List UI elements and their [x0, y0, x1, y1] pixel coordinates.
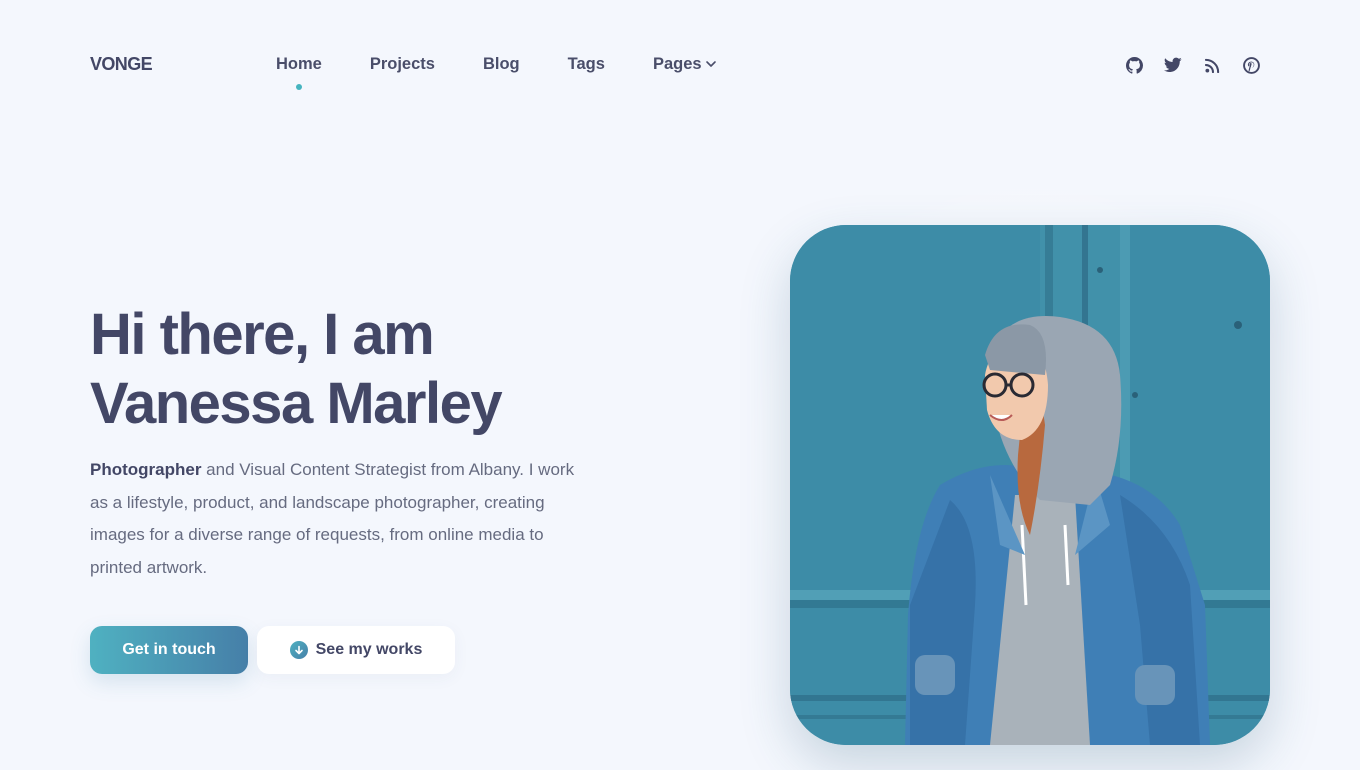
social-links — [1125, 55, 1260, 75]
hero-description: Photographer and Visual Content Strategi… — [90, 454, 590, 584]
arrow-down-icon — [289, 641, 308, 659]
nav-item-blog[interactable]: Blog — [483, 54, 520, 74]
active-indicator-dot — [295, 84, 302, 90]
github-icon[interactable] — [1125, 55, 1143, 75]
hero-role: Photographer — [90, 460, 202, 479]
hero-title: Hi there, I am Vanessa Marley — [90, 300, 503, 438]
nav-item-projects[interactable]: Projects — [370, 54, 435, 74]
see-my-works-button[interactable]: See my works — [257, 626, 455, 674]
twitter-icon[interactable] — [1164, 55, 1182, 75]
pinterest-icon[interactable] — [1242, 55, 1260, 75]
see-my-works-label: See my works — [315, 641, 423, 658]
main-nav: Home Projects Blog Tags Pages — [276, 54, 717, 90]
hero-portrait-photo — [790, 225, 1270, 745]
nav-item-pages-label: Pages — [652, 55, 702, 73]
nav-item-blog-label: Blog — [482, 55, 520, 73]
nav-item-home[interactable]: Home — [276, 54, 322, 90]
nav-item-projects-label: Projects — [369, 55, 435, 73]
hero-title-line-2: Vanessa Marley — [90, 371, 503, 436]
nav-item-tags[interactable]: Tags — [568, 54, 605, 74]
get-in-touch-button[interactable]: Get in touch — [90, 626, 248, 674]
hero-title-line-1: Hi there, I am — [90, 302, 435, 367]
rss-icon[interactable] — [1203, 55, 1221, 75]
portrait-illustration — [790, 225, 1270, 745]
site-logo[interactable]: VONGE — [90, 54, 153, 75]
chevron-down-icon — [705, 58, 717, 70]
nav-item-pages[interactable]: Pages — [653, 54, 717, 74]
nav-item-home-label: Home — [276, 55, 322, 73]
nav-item-tags-label: Tags — [567, 55, 605, 73]
